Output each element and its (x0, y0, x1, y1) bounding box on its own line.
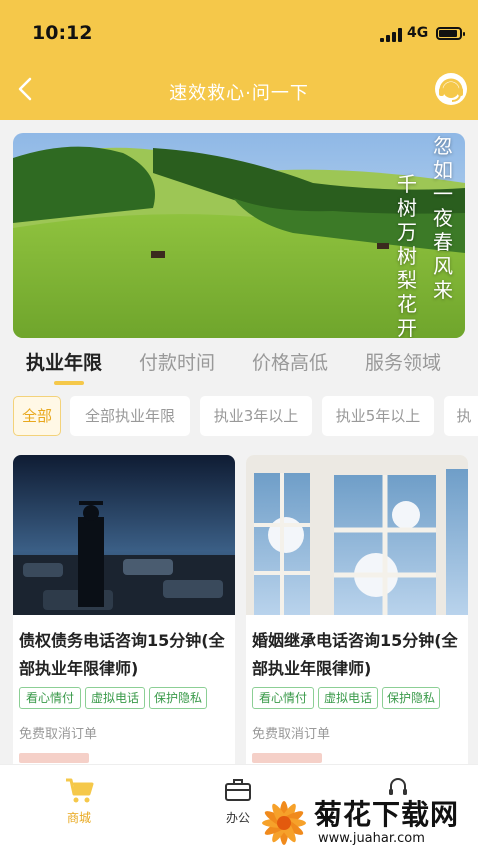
app-header: 10:12 4G 速效救心·问一下 (0, 0, 478, 120)
product-note: 免费取消订单 (252, 727, 331, 742)
product-note: 免费取消订单 (19, 727, 98, 742)
watermark-url: www.juahar.com (318, 831, 425, 846)
product-tag: 保护隐私 (382, 687, 440, 709)
chip-3-years[interactable]: 执业3年以上 (200, 396, 312, 436)
status-bar: 10:12 4G (0, 0, 478, 64)
watermark-flower-logo (256, 796, 312, 850)
price-fragment (252, 753, 322, 763)
customer-service-button[interactable] (434, 72, 468, 106)
chip-all[interactable]: 全部 (13, 396, 61, 436)
product-image (13, 455, 235, 615)
briefcase-icon (223, 775, 253, 805)
headset-icon (435, 73, 467, 105)
tab-price[interactable]: 价格高低 (252, 348, 328, 375)
battery-icon (436, 27, 465, 40)
product-title: 债权债务电话咨询15分钟(全部执业年限律师) (19, 631, 225, 678)
signal-icon (380, 28, 402, 42)
product-card[interactable]: 婚姻继承电话咨询15分钟(全部执业年限律师) 看心情付 虚拟电话 保护隐私 免费… (246, 455, 468, 775)
product-title: 婚姻继承电话咨询15分钟(全部执业年限律师) (252, 631, 458, 678)
page-title: 速效救心·问一下 (169, 83, 309, 104)
watermark-title: 菊花下载网 (314, 798, 460, 831)
product-image (246, 455, 468, 615)
tab-service-area[interactable]: 服务领域 (365, 348, 441, 375)
filter-chips: 全部 全部执业年限 执业3年以上 执业5年以上 执 (13, 396, 478, 436)
tab-label: 商城 (66, 811, 91, 825)
chip-all-years[interactable]: 全部执业年限 (70, 396, 190, 436)
sort-tabs: 执业年限 付款时间 价格高低 服务领域 (0, 348, 478, 388)
network-type: 4G (407, 25, 429, 41)
active-tab-indicator (54, 381, 84, 385)
tab-practice-years[interactable]: 执业年限 (26, 348, 102, 375)
product-tag: 看心情付 (19, 687, 81, 709)
promo-banner[interactable]: 忽如一夜春风来 千树万树梨花开 (13, 133, 465, 338)
product-tag: 虚拟电话 (85, 687, 145, 709)
chip-5-years[interactable]: 执业5年以上 (322, 396, 434, 436)
tab-payment-time[interactable]: 付款时间 (139, 348, 215, 375)
product-tag: 保护隐私 (149, 687, 207, 709)
product-tag: 看心情付 (252, 687, 314, 709)
banner-poem-line-2: 千树万树梨花开 (397, 172, 417, 338)
status-time: 10:12 (32, 22, 93, 44)
product-tag: 虚拟电话 (318, 687, 378, 709)
price-fragment (19, 753, 89, 763)
banner-poem-line-1: 忽如一夜春风来 (433, 134, 453, 302)
product-card[interactable]: 债权债务电话咨询15分钟(全部执业年限律师) 看心情付 虚拟电话 保护隐私 免费… (13, 455, 235, 775)
cart-icon (64, 775, 94, 805)
tab-mall[interactable]: 商城 (39, 765, 119, 850)
chip-more[interactable]: 执 (444, 396, 478, 436)
